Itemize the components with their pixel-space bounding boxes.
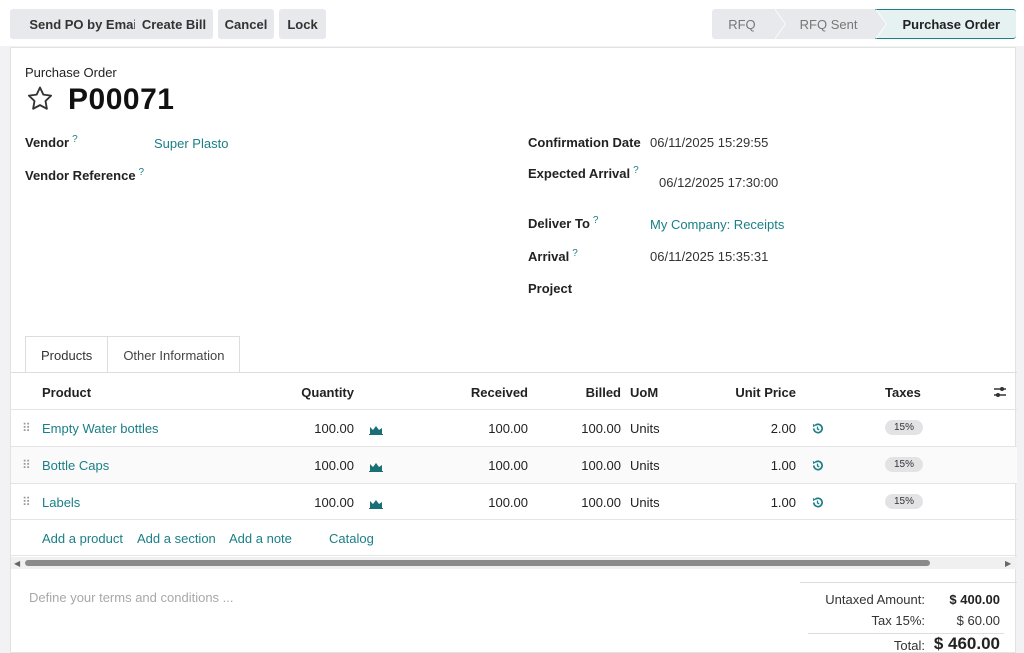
history-icon[interactable] <box>811 459 824 472</box>
record-type-label: Purchase Order <box>25 65 117 80</box>
add-note-link[interactable]: Add a note <box>229 531 292 546</box>
catalog-link[interactable]: Catalog <box>329 531 374 546</box>
status-bar: RFQ RFQ Sent Purchase Order <box>712 9 1016 39</box>
totals-summary: Untaxed Amount: $ 400.00 Tax 15%: $ 60.0… <box>800 582 1017 653</box>
horizontal-scrollbar[interactable]: ◀ ▶ <box>11 557 1017 569</box>
column-quantity[interactable]: Quantity <box>261 385 354 400</box>
help-icon[interactable]: ? <box>72 134 78 145</box>
vendor-reference-label: Vendor Reference <box>25 168 136 183</box>
product-cell[interactable]: Labels <box>42 495 80 510</box>
expected-arrival-value[interactable]: 06/12/2025 17:30:00 <box>659 175 778 190</box>
form-sheet: Purchase Order P00071 Vendor? Super Plas… <box>10 47 1017 653</box>
arrival-label: Arrival <box>528 249 570 264</box>
optional-columns-icon[interactable] <box>993 385 1007 399</box>
column-product[interactable]: Product <box>42 385 91 400</box>
received-cell: 100.00 <box>488 458 528 473</box>
forecast-chart-icon[interactable] <box>369 424 383 435</box>
tab-products[interactable]: Products <box>25 336 109 373</box>
lock-button[interactable]: Lock <box>279 9 326 39</box>
confirmation-date-label: Confirmation Date <box>528 135 641 150</box>
unit-price-cell[interactable]: 2.00 <box>731 421 796 436</box>
scroll-right-icon[interactable]: ▶ <box>1005 559 1011 568</box>
untaxed-amount-value: $ 400.00 <box>949 592 1000 607</box>
drag-handle-icon[interactable]: ⠿ <box>22 421 31 435</box>
column-received[interactable]: Received <box>431 385 528 400</box>
help-icon[interactable]: ? <box>633 165 639 176</box>
vendor-value[interactable]: Super Plasto <box>154 136 228 151</box>
confirmation-date-value[interactable]: 06/11/2025 15:29:55 <box>650 135 768 150</box>
notebook-tabs: Products Other Information <box>25 336 241 373</box>
vendor-reference-field-label: Vendor Reference? <box>25 167 145 183</box>
cancel-button[interactable]: Cancel <box>218 9 274 39</box>
control-panel: Send PO by Email Create Bill Cancel Lock… <box>0 0 1024 46</box>
uom-cell[interactable]: Units <box>630 495 660 510</box>
create-bill-button[interactable]: Create Bill <box>135 9 213 39</box>
arrival-field-label: Arrival? <box>528 248 578 264</box>
help-icon[interactable]: ? <box>139 167 145 178</box>
stage-rfq-sent[interactable]: RFQ Sent <box>773 9 888 39</box>
deliver-to-value[interactable]: My Company: Receipts <box>650 217 784 232</box>
vendor-field-label: Vendor? <box>25 134 78 150</box>
column-taxes[interactable]: Taxes <box>885 385 921 400</box>
table-row[interactable]: ⠿ Empty Water bottles 100.00 100.00 100.… <box>11 409 1017 446</box>
forecast-chart-icon[interactable] <box>369 498 383 509</box>
tax-label: Tax 15%: <box>871 613 925 628</box>
uom-cell[interactable]: Units <box>630 458 660 473</box>
total-value: $ 460.00 <box>933 634 1000 653</box>
quantity-cell[interactable]: 100.00 <box>281 421 354 436</box>
tax-badge[interactable]: 15% <box>885 420 924 435</box>
received-cell: 100.00 <box>488 495 528 510</box>
uom-cell[interactable]: Units <box>630 421 660 436</box>
scroll-left-icon[interactable]: ◀ <box>14 559 20 568</box>
tab-divider <box>11 372 1017 373</box>
history-icon[interactable] <box>811 422 824 435</box>
add-product-link[interactable]: Add a product <box>42 531 123 546</box>
quantity-cell[interactable]: 100.00 <box>281 458 354 473</box>
column-billed[interactable]: Billed <box>551 385 621 400</box>
tax-value: $ 60.00 <box>956 613 1000 628</box>
project-label: Project <box>528 281 573 296</box>
stage-rfq[interactable]: RFQ <box>712 9 787 39</box>
billed-cell: 100.00 <box>581 495 621 510</box>
stage-purchase-order[interactable]: Purchase Order <box>875 9 1016 39</box>
total-label: Total: <box>893 638 925 653</box>
product-cell[interactable]: Bottle Caps <box>42 458 109 473</box>
star-icon[interactable] <box>25 84 55 114</box>
add-section-link[interactable]: Add a section <box>137 531 216 546</box>
forecast-chart-icon[interactable] <box>369 461 383 472</box>
terms-and-conditions-input[interactable]: Define your terms and conditions ... <box>29 590 234 605</box>
unit-price-cell[interactable]: 1.00 <box>731 495 796 510</box>
expected-arrival-label: Expected Arrival <box>528 166 631 181</box>
table-row[interactable]: ⠿ Bottle Caps 100.00 100.00 100.00 Units… <box>11 446 1017 483</box>
column-unit-price[interactable]: Unit Price <box>711 385 796 400</box>
received-cell: 100.00 <box>488 421 528 436</box>
page-title: P00071 <box>68 83 175 116</box>
help-icon[interactable]: ? <box>593 215 599 226</box>
expected-arrival-field-label: Expected Arrival? <box>528 165 639 181</box>
unit-price-cell[interactable]: 1.00 <box>731 458 796 473</box>
deliver-to-label: Deliver To <box>528 216 590 231</box>
quantity-cell[interactable]: 100.00 <box>281 495 354 510</box>
column-uom[interactable]: UoM <box>630 385 658 400</box>
tax-badge[interactable]: 15% <box>885 457 924 472</box>
product-cell[interactable]: Empty Water bottles <box>42 421 159 436</box>
vendor-label: Vendor <box>25 135 70 150</box>
scrollbar-thumb[interactable] <box>25 560 930 566</box>
arrival-value[interactable]: 06/11/2025 15:35:31 <box>650 249 768 264</box>
table-row[interactable]: ⠿ Labels 100.00 100.00 100.00 Units 1.00… <box>11 483 1017 520</box>
drag-handle-icon[interactable]: ⠿ <box>22 495 31 509</box>
billed-cell: 100.00 <box>581 421 621 436</box>
drag-handle-icon[interactable]: ⠿ <box>22 458 31 472</box>
help-icon[interactable]: ? <box>572 248 578 259</box>
tab-other-information[interactable]: Other Information <box>108 336 241 373</box>
add-line-row: Add a product Add a section Add a note C… <box>11 519 1017 556</box>
deliver-to-field-label: Deliver To? <box>528 215 599 231</box>
untaxed-amount-label: Untaxed Amount: <box>825 592 925 607</box>
billed-cell: 100.00 <box>581 458 621 473</box>
tax-badge[interactable]: 15% <box>885 494 924 509</box>
history-icon[interactable] <box>811 496 824 509</box>
